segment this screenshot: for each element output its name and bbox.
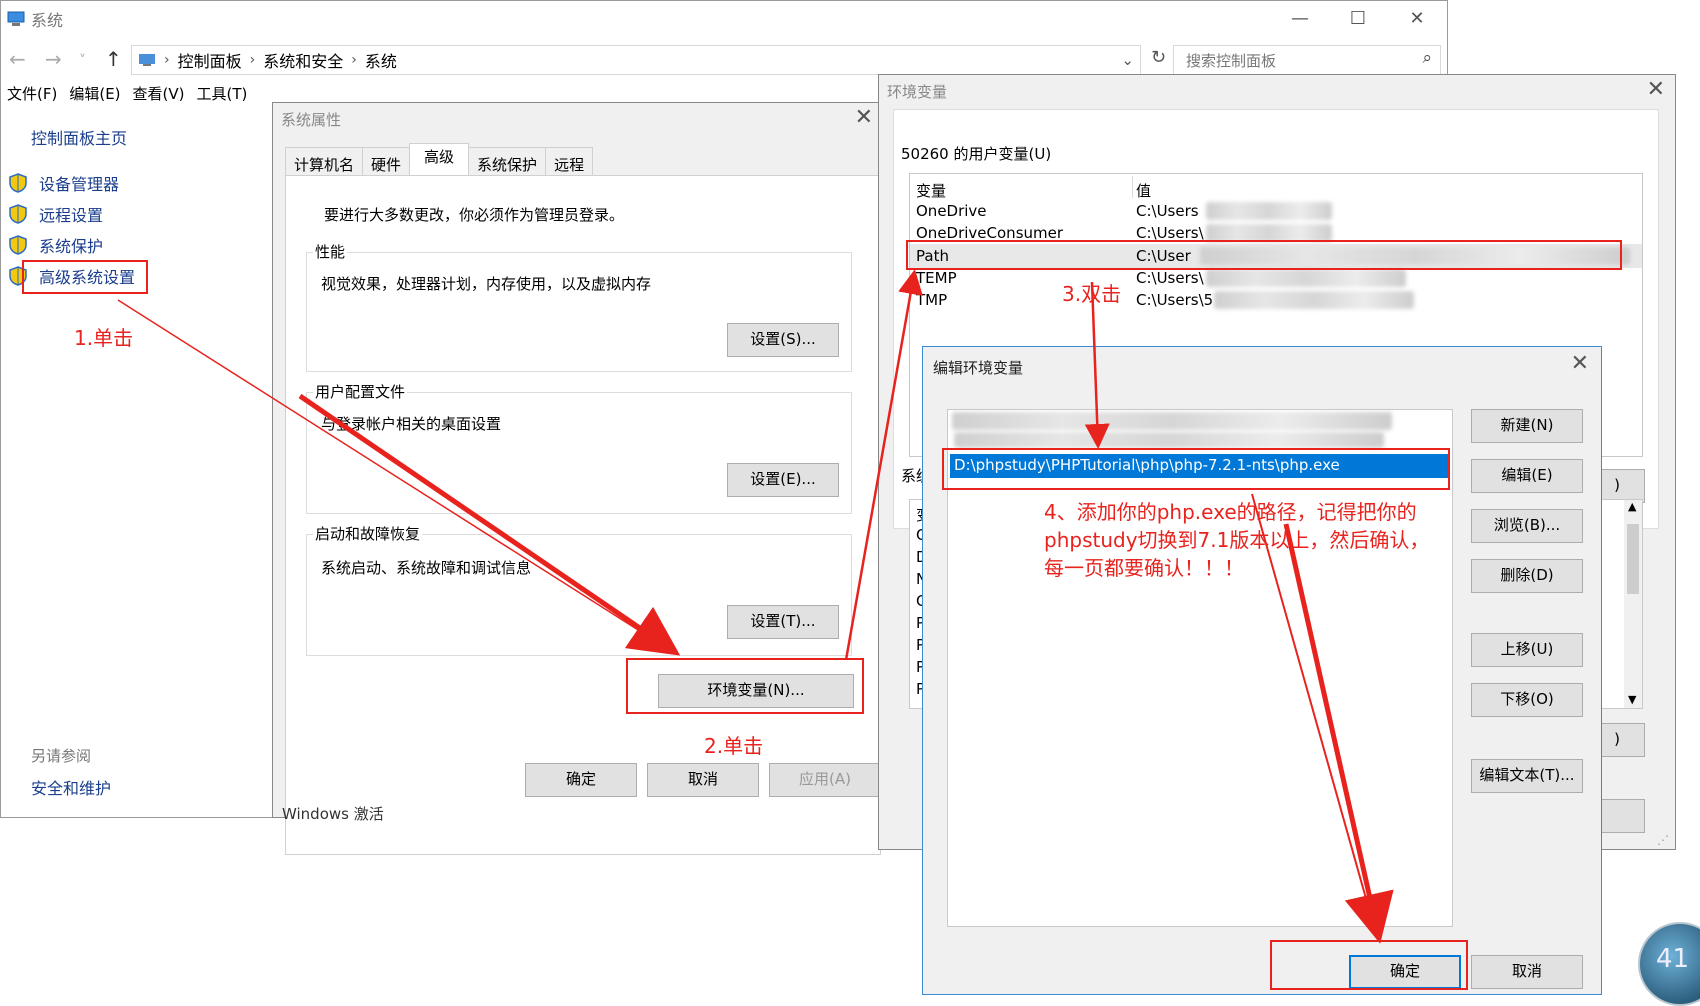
annotation-arrow-thin <box>1251 493 1377 935</box>
annotation-arrow-step1 <box>298 393 681 656</box>
annotation-arrow-step2 <box>844 269 923 661</box>
annotation-arrow-thin <box>117 299 677 655</box>
annotation-arrow-step3 <box>1084 281 1110 449</box>
annotation-arrows <box>117 269 1394 944</box>
floating-widget-number: 41 <box>1656 944 1690 974</box>
annotation-arrow-step4 <box>1283 523 1394 944</box>
